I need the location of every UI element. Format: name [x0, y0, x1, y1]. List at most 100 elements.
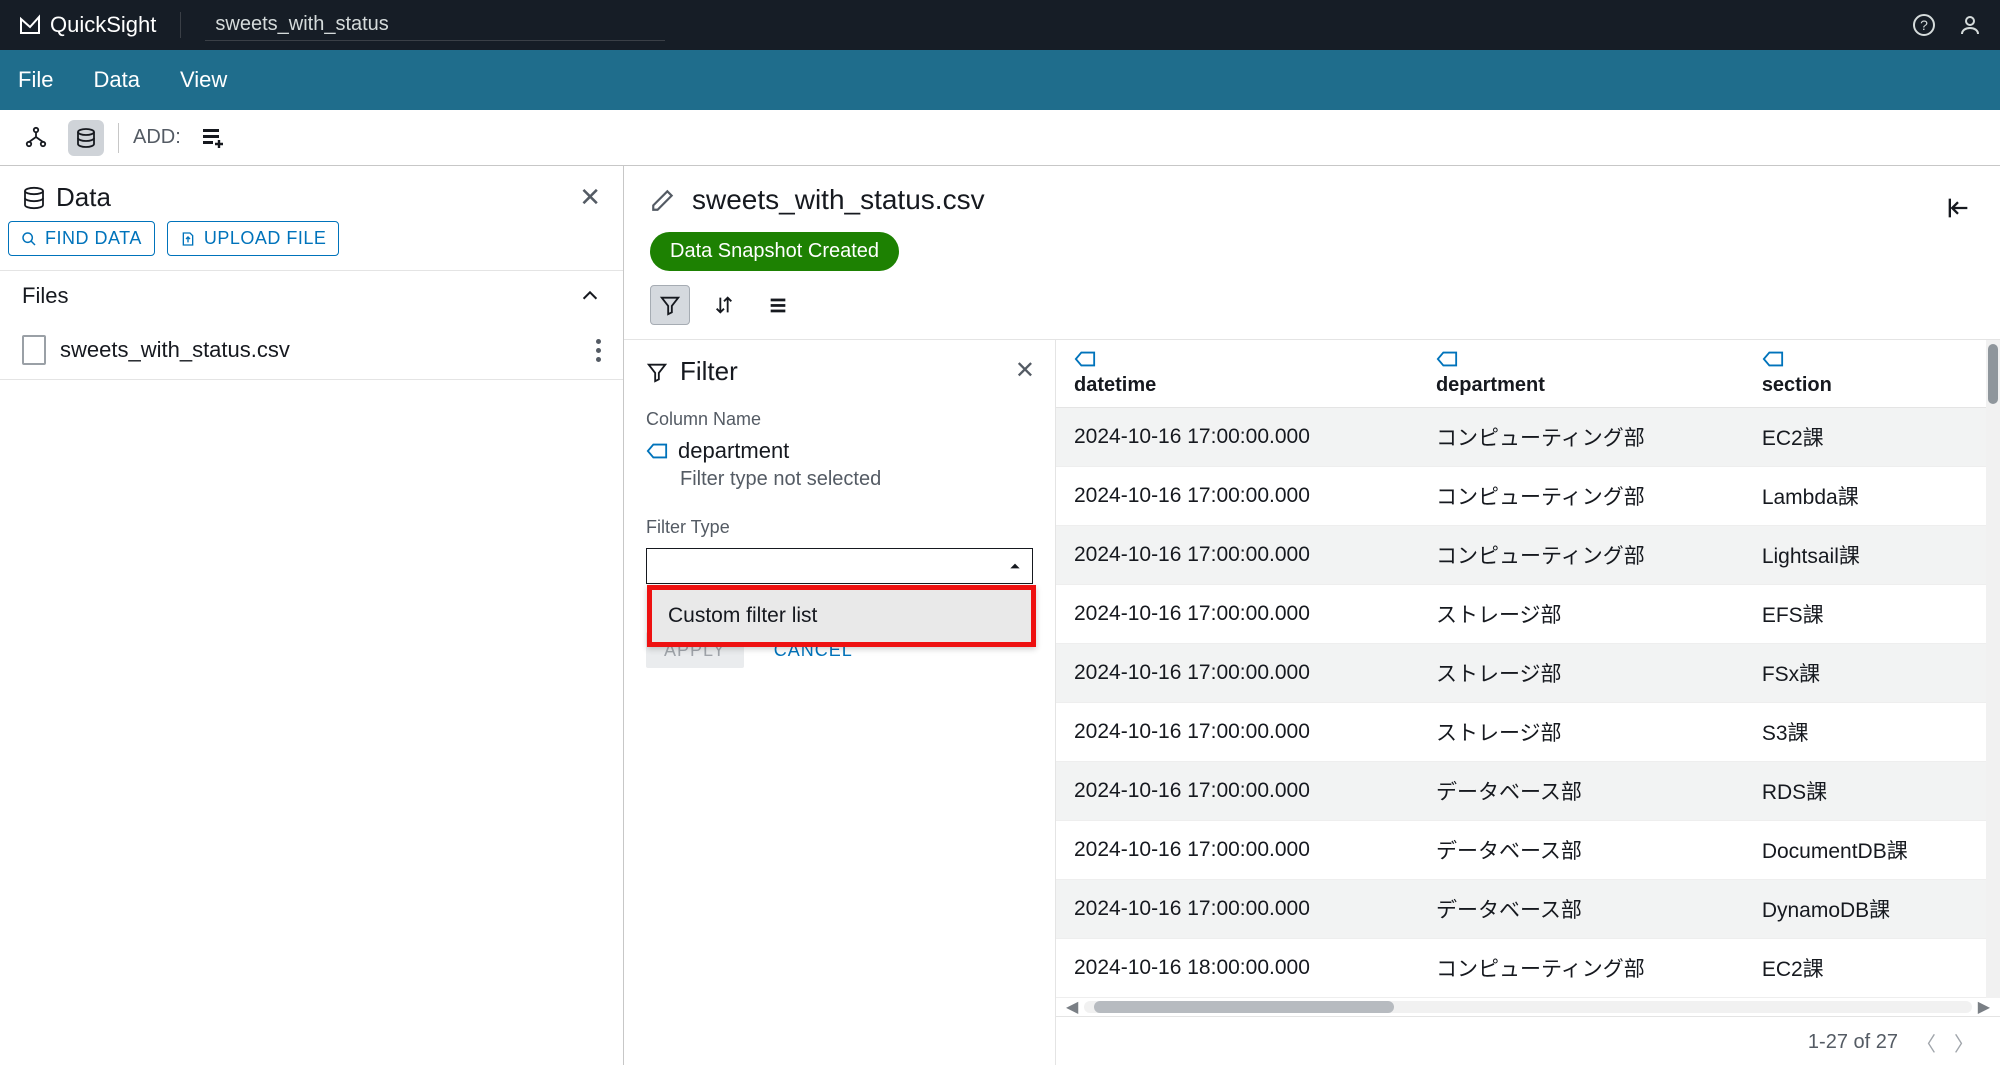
pencil-icon[interactable] [650, 187, 676, 213]
menu-file[interactable]: File [18, 67, 53, 93]
col-header-section[interactable]: section [1744, 340, 1986, 408]
table-row[interactable]: 2024-10-16 17:00:00.000ストレージ部S3課 [1056, 703, 1986, 762]
table-cell: 2024-10-16 17:00:00.000 [1056, 526, 1418, 585]
table-cell: ストレージ部 [1418, 585, 1744, 644]
table-row[interactable]: 2024-10-16 18:00:00.000コンピューティング部EC2課 [1056, 939, 1986, 998]
upload-file-button[interactable]: UPLOAD FILE [167, 221, 340, 256]
status-badge: Data Snapshot Created [650, 232, 899, 271]
filter-panel-title: Filter [680, 356, 738, 387]
data-view-button[interactable] [68, 120, 104, 156]
tag-icon [1436, 350, 1726, 368]
sort-button[interactable] [704, 285, 744, 325]
table-cell: コンピューティング部 [1418, 939, 1744, 998]
table-row[interactable]: 2024-10-16 17:00:00.000コンピューティング部EC2課 [1056, 408, 1986, 467]
data-panel-title: Data [56, 182, 111, 213]
table-cell: ストレージ部 [1418, 644, 1744, 703]
data-table: datetime department section 2024-10-16 1… [1056, 340, 1986, 998]
file-row[interactable]: sweets_with_status.csv [0, 321, 623, 379]
scroll-left-icon[interactable]: ◀ [1066, 997, 1078, 1017]
table-cell: データベース部 [1418, 762, 1744, 821]
table-cell: データベース部 [1418, 880, 1744, 939]
content-area: sweets_with_status.csv Data Snapshot Cre… [624, 166, 2000, 1065]
database-icon [22, 186, 46, 210]
table-cell: DocumentDB課 [1744, 821, 1986, 880]
dropdown-option-custom-filter-list[interactable]: Custom filter list [652, 590, 1031, 642]
menu-view[interactable]: View [180, 67, 227, 93]
main-area: Data ✕ FIND DATA UPLOAD FILE Files sw [0, 166, 2000, 1065]
table-cell: FSx課 [1744, 644, 1986, 703]
table-row[interactable]: 2024-10-16 17:00:00.000コンピューティング部Lightsa… [1056, 526, 1986, 585]
col-header-datetime[interactable]: datetime [1056, 340, 1418, 408]
data-table-scroll[interactable]: datetime department section 2024-10-16 1… [1056, 340, 1986, 998]
filter-toggle-button[interactable] [650, 285, 690, 325]
caret-up-icon [1008, 559, 1022, 573]
vertical-scrollbar[interactable] [1986, 340, 2000, 998]
table-cell: コンピューティング部 [1418, 467, 1744, 526]
table-cell: 2024-10-16 18:00:00.000 [1056, 939, 1418, 998]
menu-bar: File Data View [0, 50, 2000, 110]
table-cell: 2024-10-16 17:00:00.000 [1056, 821, 1418, 880]
table-cell: コンピューティング部 [1418, 408, 1744, 467]
close-data-panel-button[interactable]: ✕ [579, 182, 601, 213]
filter-panel: Filter ✕ Column Name department Filter t… [624, 340, 1056, 1065]
table-row[interactable]: 2024-10-16 17:00:00.000ストレージ部FSx課 [1056, 644, 1986, 703]
filter-icon [646, 361, 668, 383]
schema-view-button[interactable] [18, 120, 54, 156]
add-dataset-button[interactable] [195, 120, 231, 156]
filter-helper-text: Filter type not selected [680, 468, 1033, 491]
find-data-label: FIND DATA [45, 228, 142, 249]
tag-icon [1762, 350, 1968, 368]
table-cell: データベース部 [1418, 821, 1744, 880]
file-icon [22, 335, 46, 365]
table-cell: EFS課 [1744, 585, 1986, 644]
files-header-label: Files [22, 283, 68, 309]
table-cell: ストレージ部 [1418, 703, 1744, 762]
help-icon[interactable]: ? [1912, 13, 1936, 37]
col-header-department[interactable]: department [1418, 340, 1744, 408]
header-divider [180, 12, 181, 38]
pager: 1-27 of 27 〈 〉 [1056, 1016, 2000, 1065]
pager-prev-button[interactable]: 〈 [1916, 1028, 1936, 1057]
filter-type-select[interactable]: Custom filter list [646, 548, 1033, 584]
menu-data[interactable]: Data [93, 67, 139, 93]
table-cell: 2024-10-16 17:00:00.000 [1056, 408, 1418, 467]
quicksight-logo-icon [18, 13, 42, 37]
columns-button[interactable] [758, 285, 798, 325]
table-cell: Lightsail課 [1744, 526, 1986, 585]
table-row[interactable]: 2024-10-16 17:00:00.000データベース部DocumentDB… [1056, 821, 1986, 880]
upload-icon [180, 231, 196, 247]
tag-icon [1074, 350, 1400, 368]
app-header: QuickSight sweets_with_status ? [0, 0, 2000, 50]
table-row[interactable]: 2024-10-16 17:00:00.000コンピューティング部Lambda課 [1056, 467, 1986, 526]
document-title[interactable]: sweets_with_status [205, 9, 665, 41]
table-row[interactable]: 2024-10-16 17:00:00.000ストレージ部EFS課 [1056, 585, 1986, 644]
collapse-panel-button[interactable] [1944, 194, 1972, 222]
table-cell: 2024-10-16 17:00:00.000 [1056, 762, 1418, 821]
column-name-label: Column Name [646, 409, 1033, 430]
chevron-up-icon[interactable] [579, 285, 601, 307]
toolbar: ADD: [0, 110, 2000, 166]
find-data-button[interactable]: FIND DATA [8, 221, 155, 256]
file-name-label: sweets_with_status.csv [60, 337, 290, 363]
filter-type-dropdown: Custom filter list [647, 585, 1036, 647]
pager-text: 1-27 of 27 [1808, 1031, 1898, 1054]
upload-file-label: UPLOAD FILE [204, 228, 327, 249]
svg-text:?: ? [1920, 17, 1928, 33]
user-icon[interactable] [1958, 13, 1982, 37]
quicksight-logo[interactable]: QuickSight [18, 12, 156, 38]
column-name-value: department [678, 438, 789, 464]
scroll-right-icon[interactable]: ▶ [1978, 997, 1990, 1017]
table-cell: Lambda課 [1744, 467, 1986, 526]
table-row[interactable]: 2024-10-16 17:00:00.000データベース部DynamoDB課 [1056, 880, 1986, 939]
table-cell: 2024-10-16 17:00:00.000 [1056, 585, 1418, 644]
data-panel: Data ✕ FIND DATA UPLOAD FILE Files sw [0, 166, 624, 1065]
horizontal-scrollbar[interactable]: ◀ ▶ [1056, 998, 2000, 1016]
close-filter-panel-button[interactable]: ✕ [1015, 356, 1035, 385]
dataset-file-name: sweets_with_status.csv [692, 184, 985, 216]
table-row[interactable]: 2024-10-16 17:00:00.000データベース部RDS課 [1056, 762, 1986, 821]
table-cell: 2024-10-16 17:00:00.000 [1056, 644, 1418, 703]
pager-next-button[interactable]: 〉 [1954, 1028, 1974, 1057]
table-cell: 2024-10-16 17:00:00.000 [1056, 880, 1418, 939]
data-table-wrap: datetime department section 2024-10-16 1… [1056, 340, 2000, 1065]
file-row-menu-button[interactable] [596, 339, 601, 362]
